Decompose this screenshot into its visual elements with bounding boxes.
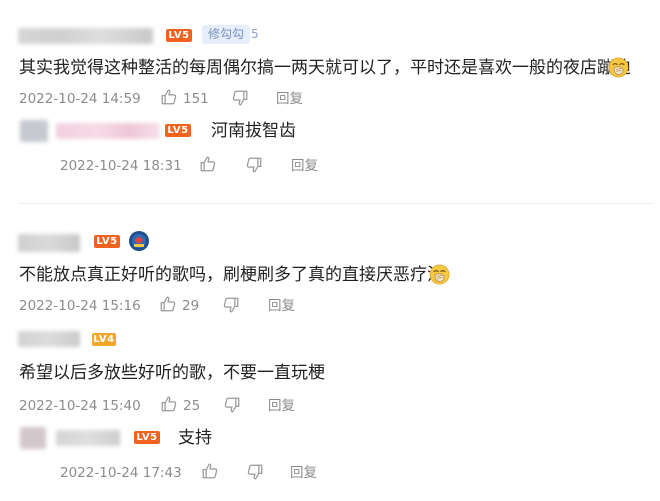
reply-text: 河南拔智齿 bbox=[211, 121, 296, 141]
reply-text: 支持 bbox=[178, 428, 212, 448]
reply-button[interactable]: 回复 bbox=[290, 464, 317, 482]
reply-button[interactable]: 回复 bbox=[276, 90, 303, 108]
reply-button[interactable]: 回复 bbox=[268, 397, 295, 415]
comment-divider bbox=[18, 203, 652, 204]
comment-text: 不能放点真正好听的歌吗，刷梗刷多了真的直接厌恶疗法 bbox=[19, 265, 444, 285]
level-badge: LV5 bbox=[94, 235, 120, 248]
fan-title-level: 5 bbox=[251, 27, 259, 41]
fan-title-badge[interactable]: 修勾勾 bbox=[202, 25, 251, 44]
reply-time: 2022-10-24 18:31 bbox=[60, 158, 182, 174]
like-icon[interactable] bbox=[160, 88, 178, 106]
like-icon[interactable] bbox=[199, 155, 217, 173]
comment-time: 2022-10-24 14:59 bbox=[19, 91, 141, 107]
username-redacted[interactable] bbox=[18, 28, 153, 44]
reply-text: 希望以后多放些好听的歌，不要一直玩梗 bbox=[19, 363, 325, 383]
facepalm-emoji-icon bbox=[608, 57, 629, 78]
reply-button[interactable]: 回复 bbox=[268, 297, 295, 315]
reply-time: 2022-10-24 17:43 bbox=[60, 465, 182, 481]
facepalm-emoji-icon bbox=[429, 264, 450, 285]
comment-time: 2022-10-24 15:16 bbox=[19, 298, 141, 314]
username-redacted[interactable] bbox=[56, 123, 160, 139]
dislike-icon[interactable] bbox=[245, 156, 263, 174]
level-badge: LV5 bbox=[134, 431, 160, 444]
like-count: 29 bbox=[182, 298, 200, 314]
username-redacted[interactable] bbox=[56, 430, 120, 446]
like-count: 151 bbox=[183, 91, 209, 107]
reply-button[interactable]: 回复 bbox=[291, 157, 318, 175]
avatar[interactable] bbox=[20, 427, 46, 449]
dislike-icon[interactable] bbox=[223, 396, 241, 414]
level-badge: LV5 bbox=[166, 29, 192, 42]
like-count: 25 bbox=[183, 398, 201, 414]
avatar[interactable] bbox=[20, 120, 48, 142]
like-icon[interactable] bbox=[201, 462, 219, 480]
level-badge: LV4 bbox=[92, 333, 116, 346]
like-icon[interactable] bbox=[159, 295, 177, 313]
dislike-icon[interactable] bbox=[231, 89, 249, 107]
comment-text: 其实我觉得这种整活的每周偶尔搞一两天就可以了，平时还是喜欢一般的夜店蹦迪 bbox=[19, 58, 631, 78]
dislike-icon[interactable] bbox=[246, 463, 264, 481]
fan-medal-icon bbox=[129, 231, 149, 251]
dislike-icon[interactable] bbox=[222, 296, 240, 314]
username-redacted[interactable] bbox=[18, 331, 80, 347]
username-redacted[interactable] bbox=[18, 234, 80, 252]
like-icon[interactable] bbox=[160, 395, 178, 413]
level-badge: LV5 bbox=[165, 124, 191, 137]
reply-time: 2022-10-24 15:40 bbox=[19, 398, 141, 414]
